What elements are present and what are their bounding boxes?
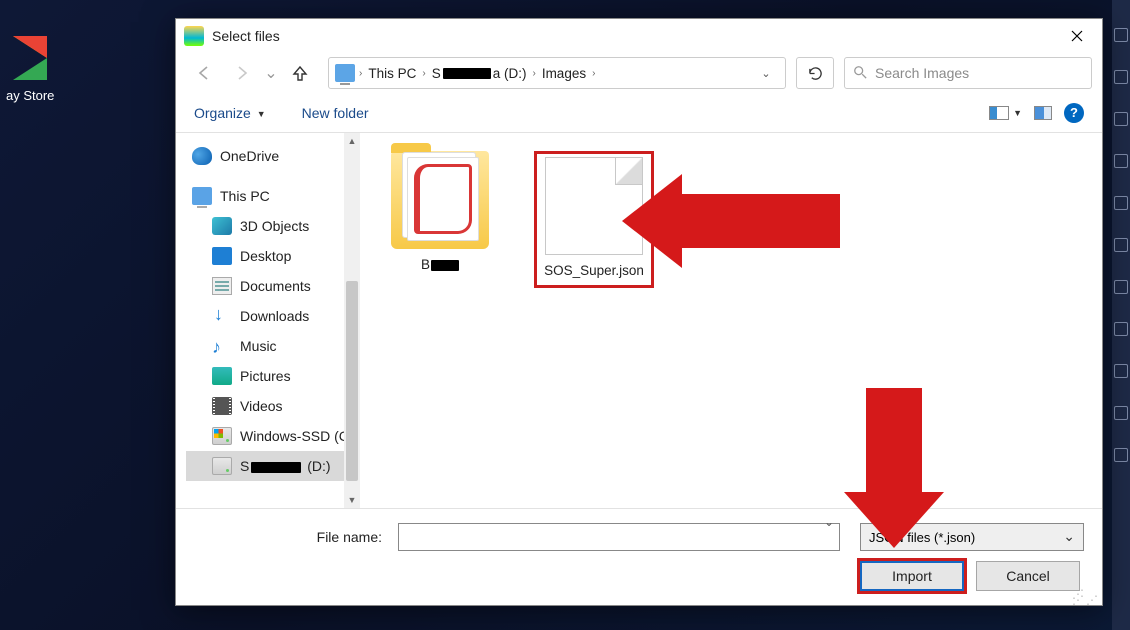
play-store-label: ay Store (6, 88, 54, 103)
cube-icon (212, 217, 232, 235)
nav-tree: OneDrive This PC 3D Objects Desktop Docu… (176, 133, 360, 508)
new-folder-button[interactable]: New folder (302, 105, 369, 121)
onedrive-icon (192, 147, 212, 165)
tree-documents[interactable]: Documents (186, 271, 360, 301)
tree-scrollbar[interactable]: ▲ ▼ (344, 133, 360, 508)
tree-onedrive[interactable]: OneDrive (186, 141, 360, 171)
view-icon (989, 106, 1009, 120)
bluestacks-icon (184, 26, 204, 46)
tree-desktop[interactable]: Desktop (186, 241, 360, 271)
pc-icon (192, 187, 212, 205)
chevron-down-icon: ▼ (257, 109, 266, 119)
play-store-shortcut[interactable]: ay Store (6, 36, 54, 103)
file-item-folder[interactable]: B (380, 151, 500, 272)
download-icon (212, 307, 232, 325)
desktop-icon (212, 247, 232, 265)
tree-pictures[interactable]: Pictures (186, 361, 360, 391)
view-menu[interactable]: ▼ (989, 106, 1022, 120)
dialog-title: Select files (212, 28, 1056, 44)
file-item-label: B (380, 257, 500, 272)
chevron-down-icon[interactable]: ⌄ (824, 515, 834, 529)
breadcrumb-drive[interactable]: Sa (D:) (426, 58, 533, 88)
address-dropdown[interactable]: ⌄ (751, 67, 781, 80)
search-placeholder: Search Images (875, 65, 969, 81)
documents-icon (212, 277, 232, 295)
redacted-text (431, 260, 459, 271)
annotation-arrow-down (866, 388, 922, 494)
forward-button[interactable] (224, 57, 260, 89)
nav-row: ⌄ › This PC › Sa (D:) › Images › ⌄ Searc… (176, 53, 1102, 93)
tree-drive-c[interactable]: Windows-SSD (C (186, 421, 360, 451)
annotation-arrow-left (680, 194, 840, 248)
tree-3dobjects[interactable]: 3D Objects (186, 211, 360, 241)
toolbar: Organize ▼ New folder ▼ ? (176, 93, 1102, 133)
scroll-down[interactable]: ▼ (344, 492, 360, 508)
organize-menu[interactable]: Organize ▼ (194, 105, 266, 121)
search-input[interactable]: Search Images (844, 57, 1092, 89)
recent-dropdown[interactable]: ⌄ (262, 57, 280, 89)
tree-thispc[interactable]: This PC (186, 181, 360, 211)
dialog-footer: File name: ⌄ JSON files (*.json) Import … (176, 508, 1102, 605)
import-button[interactable]: Import (860, 561, 964, 591)
resize-grip[interactable]: ⋰⋰⋰ (1072, 591, 1100, 603)
address-bar[interactable]: › This PC › Sa (D:) › Images › ⌄ (328, 57, 786, 89)
back-button[interactable] (186, 57, 222, 89)
folder-icon (391, 151, 489, 249)
file-open-dialog: Select files ⌄ › This PC › Sa (D:) › Ima… (175, 18, 1103, 606)
file-pane[interactable]: B SOS_Super.json (360, 133, 1102, 508)
search-icon (853, 65, 867, 82)
title-bar: Select files (176, 19, 1102, 53)
drive-icon (212, 457, 232, 475)
scroll-thumb[interactable] (346, 281, 358, 481)
videos-icon (212, 397, 232, 415)
play-store-icon (13, 36, 47, 80)
close-button[interactable] (1056, 22, 1098, 50)
up-button[interactable] (282, 57, 318, 89)
chevron-right-icon: › (592, 68, 595, 79)
help-button[interactable]: ? (1064, 103, 1084, 123)
breadcrumb-images[interactable]: Images (536, 58, 592, 88)
scroll-up[interactable]: ▲ (344, 133, 360, 149)
preview-pane-button[interactable] (1034, 106, 1052, 120)
refresh-button[interactable] (796, 57, 834, 89)
emulator-sidebar (1112, 0, 1130, 630)
tree-downloads[interactable]: Downloads (186, 301, 360, 331)
redacted-text (443, 68, 491, 79)
tree-drive-d[interactable]: S (D:) (186, 451, 360, 481)
drive-icon (212, 427, 232, 445)
filename-input[interactable] (398, 523, 840, 551)
pc-icon (335, 64, 355, 82)
redacted-text (251, 462, 301, 473)
pictures-icon (212, 367, 232, 385)
tree-videos[interactable]: Videos (186, 391, 360, 421)
tree-music[interactable]: Music (186, 331, 360, 361)
cancel-button[interactable]: Cancel (976, 561, 1080, 591)
breadcrumb-thispc[interactable]: This PC (362, 58, 422, 88)
filename-label: File name: (317, 529, 382, 545)
chevron-down-icon: ▼ (1013, 108, 1022, 118)
